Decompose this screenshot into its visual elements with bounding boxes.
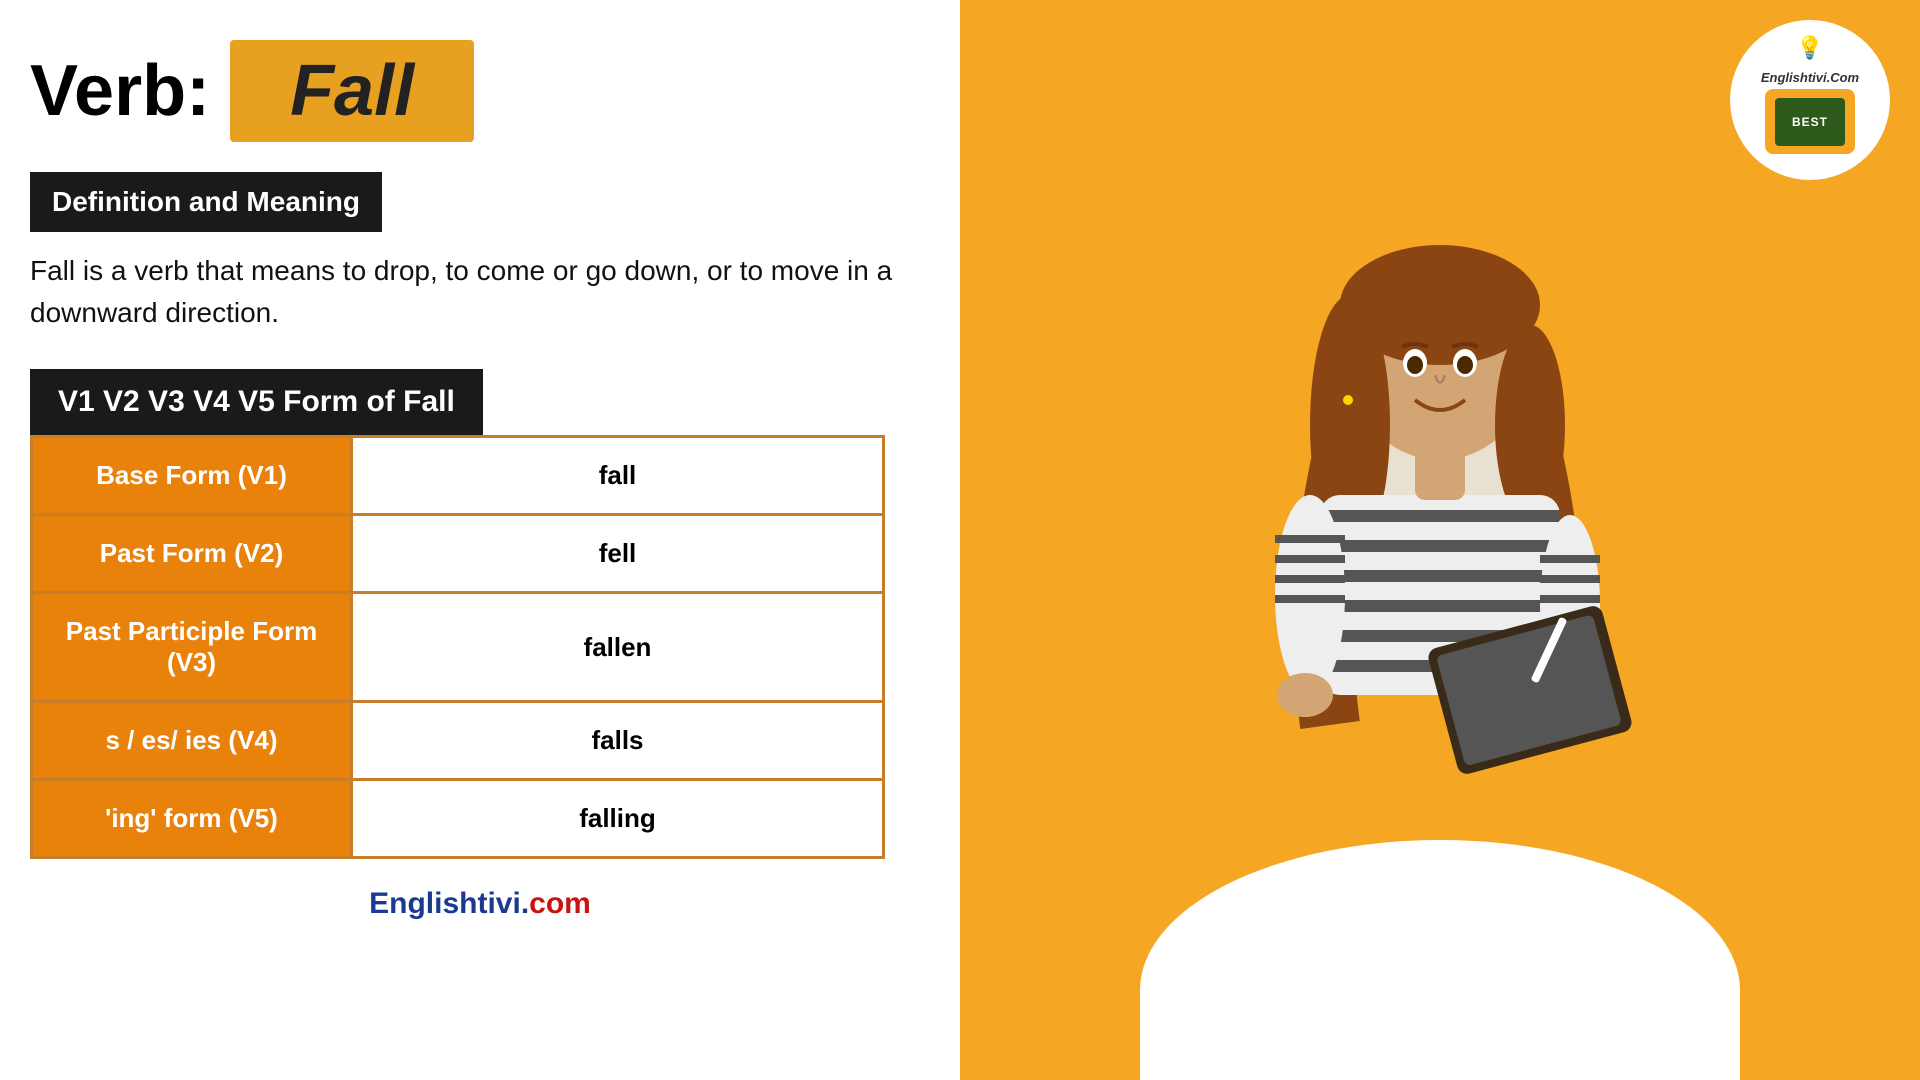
lightbulb-icon: 💡: [1796, 35, 1823, 61]
table-cell-label: 'ing' form (V5): [32, 780, 352, 858]
forms-heading-box: V1 V2 V3 V4 V5 Form of Fall: [30, 369, 930, 435]
table-cell-label: Base Form (V1): [32, 437, 352, 515]
definition-heading: Definition and Meaning: [30, 172, 382, 232]
verb-word-box: Fall: [230, 40, 474, 142]
definition-heading-box: Definition and Meaning: [30, 172, 930, 250]
verb-word: Fall: [290, 51, 414, 131]
table-cell-label: s / es/ ies (V4): [32, 702, 352, 780]
table-cell-value: falling: [352, 780, 884, 858]
table-row: s / es/ ies (V4)falls: [32, 702, 884, 780]
verb-forms-table: Base Form (V1)fallPast Form (V2)fellPast…: [30, 435, 885, 859]
table-row: Base Form (V1)fall: [32, 437, 884, 515]
table-cell-value: fell: [352, 515, 884, 593]
logo-tv-text: BEST: [1792, 115, 1828, 129]
table-cell-label: Past Form (V2): [32, 515, 352, 593]
footer-brand-blue: Englishtivi: [369, 887, 521, 920]
table-cell-label: Past Participle Form (V3): [32, 593, 352, 702]
table-cell-value: fallen: [352, 593, 884, 702]
definition-text: Fall is a verb that means to drop, to co…: [30, 250, 910, 334]
logo-tv-screen: BEST: [1775, 98, 1845, 146]
table-cell-value: fall: [352, 437, 884, 515]
table-cell-value: falls: [352, 702, 884, 780]
verb-title: Verb: Fall: [30, 40, 930, 142]
verb-label: Verb:: [30, 50, 210, 132]
logo-tv: BEST: [1765, 89, 1855, 154]
table-row: 'ing' form (V5)falling: [32, 780, 884, 858]
table-row: Past Form (V2)fell: [32, 515, 884, 593]
footer-dot: .: [521, 887, 529, 920]
person-figure: [1150, 225, 1730, 1080]
footer: Englishtivi.com: [30, 887, 930, 921]
right-panel: 💡 Englishtivi.Com BEST: [960, 0, 1920, 1080]
logo-site-name: Englishtivi.Com: [1761, 70, 1859, 85]
table-row: Past Participle Form (V3)fallen: [32, 593, 884, 702]
logo-circle: 💡 Englishtivi.Com BEST: [1730, 20, 1890, 180]
footer-brand: Englishtivi.com: [369, 887, 591, 920]
footer-brand-red: com: [529, 887, 591, 920]
left-panel: Verb: Fall Definition and Meaning Fall i…: [0, 0, 960, 1080]
forms-heading: V1 V2 V3 V4 V5 Form of Fall: [30, 369, 483, 435]
